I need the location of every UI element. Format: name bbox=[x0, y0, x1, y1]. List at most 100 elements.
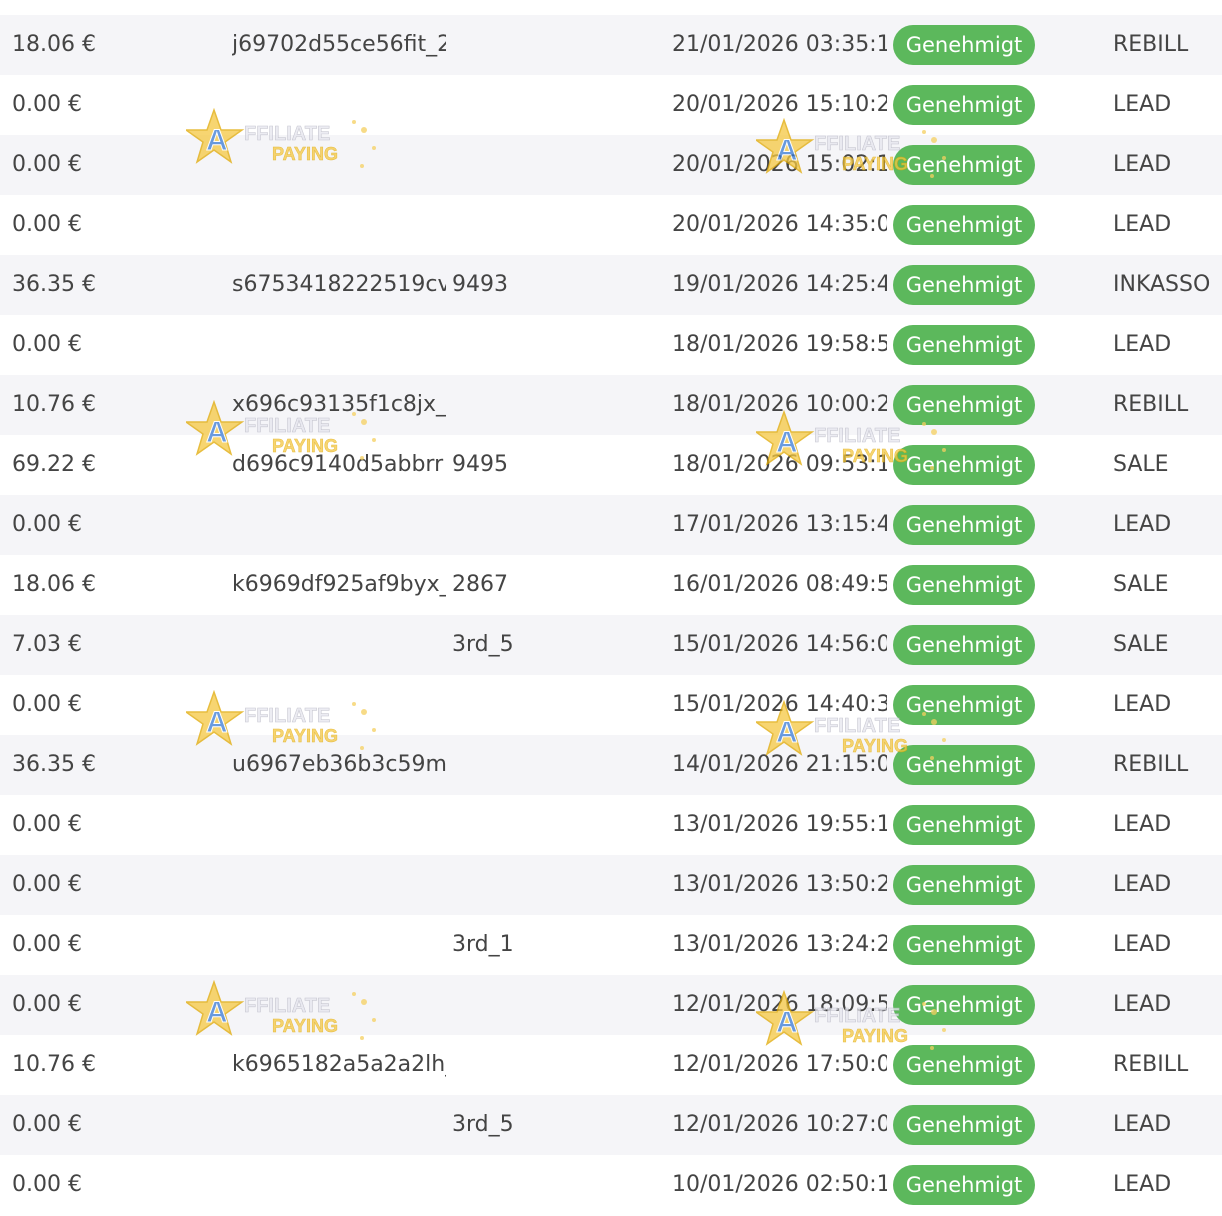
table-row: 10.76 € k6965182a5a2a2lh_ 12/01/2026 17:50… bbox=[0, 1035, 1222, 1095]
date-cell: 18/01/2026 10:00:2 bbox=[672, 392, 887, 417]
date-cell: 20/01/2026 15:02:1 bbox=[672, 152, 887, 177]
type-cell: LEAD bbox=[1113, 932, 1172, 957]
amount-cell: 69.22 € bbox=[12, 452, 96, 477]
transaction-id-cell bbox=[232, 75, 446, 135]
table-row: 0.00 € 18/01/2026 19:58:5 Genehmigt LEAD bbox=[0, 315, 1222, 375]
transactions-table: 18.06 € j69702d55ce56fit_2 21/01/2026 03:3… bbox=[0, 15, 1222, 1215]
type-cell: LEAD bbox=[1113, 212, 1172, 237]
transaction-id-cell bbox=[232, 195, 446, 255]
transaction-id-cell bbox=[232, 975, 446, 1035]
date-cell: 20/01/2026 14:35:0 bbox=[672, 212, 887, 237]
transaction-id-cell bbox=[232, 855, 446, 915]
date-cell: 13/01/2026 19:55:1 bbox=[672, 812, 887, 837]
status-badge: Genehmigt bbox=[893, 445, 1035, 485]
transaction-id-cell: x696c93135f1c8jx_1 bbox=[232, 392, 446, 417]
table-row: 0.00 € 10/01/2026 02:50:1 Genehmigt LEAD bbox=[0, 1155, 1222, 1215]
status-badge: Genehmigt bbox=[893, 1045, 1035, 1085]
table-row: 0.00 € 20/01/2026 15:10:2 Genehmigt LEAD bbox=[0, 75, 1222, 135]
sub-id-cell bbox=[452, 855, 652, 915]
type-cell: REBILL bbox=[1113, 1052, 1189, 1077]
sub-id-cell bbox=[452, 795, 652, 855]
amount-cell: 0.00 € bbox=[12, 932, 82, 957]
date-cell: 12/01/2026 17:50:0 bbox=[672, 1052, 887, 1077]
transaction-id-cell bbox=[232, 495, 446, 555]
date-cell: 18/01/2026 19:58:5 bbox=[672, 332, 887, 357]
amount-cell: 0.00 € bbox=[12, 512, 82, 537]
type-cell: LEAD bbox=[1113, 992, 1172, 1017]
type-cell: LEAD bbox=[1113, 152, 1172, 177]
type-cell: LEAD bbox=[1113, 692, 1172, 717]
sub-id-cell bbox=[452, 1155, 652, 1215]
transaction-id-cell bbox=[232, 675, 446, 735]
amount-cell: 18.06 € bbox=[12, 32, 96, 57]
table-row: 69.22 € d696c9140d5abbrr 9495 18/01/2026 09… bbox=[0, 435, 1222, 495]
table-row: 0.00 € 12/01/2026 18:09:5 Genehmigt LEAD bbox=[0, 975, 1222, 1035]
sub-id-cell bbox=[452, 315, 652, 375]
sub-id-cell: 2867 bbox=[452, 572, 508, 597]
amount-cell: 0.00 € bbox=[12, 992, 82, 1017]
type-cell: LEAD bbox=[1113, 332, 1172, 357]
sub-id-cell: 3rd_1 bbox=[452, 932, 514, 957]
table-row: 0.00 € 13/01/2026 13:50:2 Genehmigt LEAD bbox=[0, 855, 1222, 915]
transaction-id-cell: k6969df925af9byx_ bbox=[232, 572, 446, 597]
table-row: 0.00 € 20/01/2026 14:35:0 Genehmigt LEAD bbox=[0, 195, 1222, 255]
transaction-id-cell: j69702d55ce56fit_2 bbox=[232, 32, 446, 57]
table-row: 0.00 € 15/01/2026 14:40:3 Genehmigt LEAD bbox=[0, 675, 1222, 735]
type-cell: SALE bbox=[1113, 632, 1169, 657]
transaction-id-cell: u6967eb36b3c59m bbox=[232, 752, 446, 777]
status-badge: Genehmigt bbox=[893, 145, 1035, 185]
date-cell: 10/01/2026 02:50:1 bbox=[672, 1172, 887, 1197]
amount-cell: 36.35 € bbox=[12, 272, 96, 297]
table-row: 0.00 € 3rd_5 12/01/2026 10:27:0 Genehmigt LE… bbox=[0, 1095, 1222, 1155]
sub-id-cell bbox=[452, 735, 652, 795]
type-cell: LEAD bbox=[1113, 812, 1172, 837]
sub-id-cell bbox=[452, 15, 652, 75]
transaction-id-cell bbox=[232, 1095, 446, 1155]
type-cell: REBILL bbox=[1113, 392, 1189, 417]
amount-cell: 0.00 € bbox=[12, 152, 82, 177]
status-badge: Genehmigt bbox=[893, 1165, 1035, 1205]
amount-cell: 0.00 € bbox=[12, 1112, 82, 1137]
amount-cell: 0.00 € bbox=[12, 92, 82, 117]
transaction-id-cell bbox=[232, 135, 446, 195]
transaction-id-cell bbox=[232, 315, 446, 375]
transaction-id-cell: k6965182a5a2a2lh_ bbox=[232, 1052, 446, 1077]
table-row: 18.06 € k6969df925af9byx_ 2867 16/01/2026 0… bbox=[0, 555, 1222, 615]
status-badge: Genehmigt bbox=[893, 985, 1035, 1025]
amount-cell: 0.00 € bbox=[12, 812, 82, 837]
table-row: 0.00 € 20/01/2026 15:02:1 Genehmigt LEAD bbox=[0, 135, 1222, 195]
sub-id-cell bbox=[452, 975, 652, 1035]
sub-id-cell: 9493 bbox=[452, 272, 508, 297]
type-cell: SALE bbox=[1113, 452, 1169, 477]
type-cell: INKASSO bbox=[1113, 272, 1211, 297]
status-badge: Genehmigt bbox=[893, 85, 1035, 125]
date-cell: 12/01/2026 10:27:0 bbox=[672, 1112, 887, 1137]
status-badge: Genehmigt bbox=[893, 745, 1035, 785]
date-cell: 19/01/2026 14:25:4 bbox=[672, 272, 887, 297]
table-row: 36.35 € u6967eb36b3c59m 14/01/2026 21:15:0… bbox=[0, 735, 1222, 795]
amount-cell: 18.06 € bbox=[12, 572, 96, 597]
date-cell: 21/01/2026 03:35:1 bbox=[672, 32, 887, 57]
transaction-id-cell bbox=[232, 1155, 446, 1215]
sub-id-cell bbox=[452, 495, 652, 555]
date-cell: 20/01/2026 15:10:2 bbox=[672, 92, 887, 117]
status-badge: Genehmigt bbox=[893, 865, 1035, 905]
type-cell: SALE bbox=[1113, 572, 1169, 597]
sub-id-cell bbox=[452, 1035, 652, 1095]
date-cell: 15/01/2026 14:40:3 bbox=[672, 692, 887, 717]
sub-id-cell: 9495 bbox=[452, 452, 508, 477]
date-cell: 14/01/2026 21:15:0 bbox=[672, 752, 887, 777]
status-badge: Genehmigt bbox=[893, 25, 1035, 65]
type-cell: LEAD bbox=[1113, 1112, 1172, 1137]
amount-cell: 0.00 € bbox=[12, 872, 82, 897]
amount-cell: 7.03 € bbox=[12, 632, 82, 657]
amount-cell: 36.35 € bbox=[12, 752, 96, 777]
type-cell: REBILL bbox=[1113, 752, 1189, 777]
amount-cell: 10.76 € bbox=[12, 1052, 96, 1077]
date-cell: 12/01/2026 18:09:5 bbox=[672, 992, 887, 1017]
sub-id-cell bbox=[452, 75, 652, 135]
amount-cell: 0.00 € bbox=[12, 1172, 82, 1197]
status-badge: Genehmigt bbox=[893, 565, 1035, 605]
type-cell: LEAD bbox=[1113, 1172, 1172, 1197]
date-cell: 17/01/2026 13:15:4 bbox=[672, 512, 887, 537]
